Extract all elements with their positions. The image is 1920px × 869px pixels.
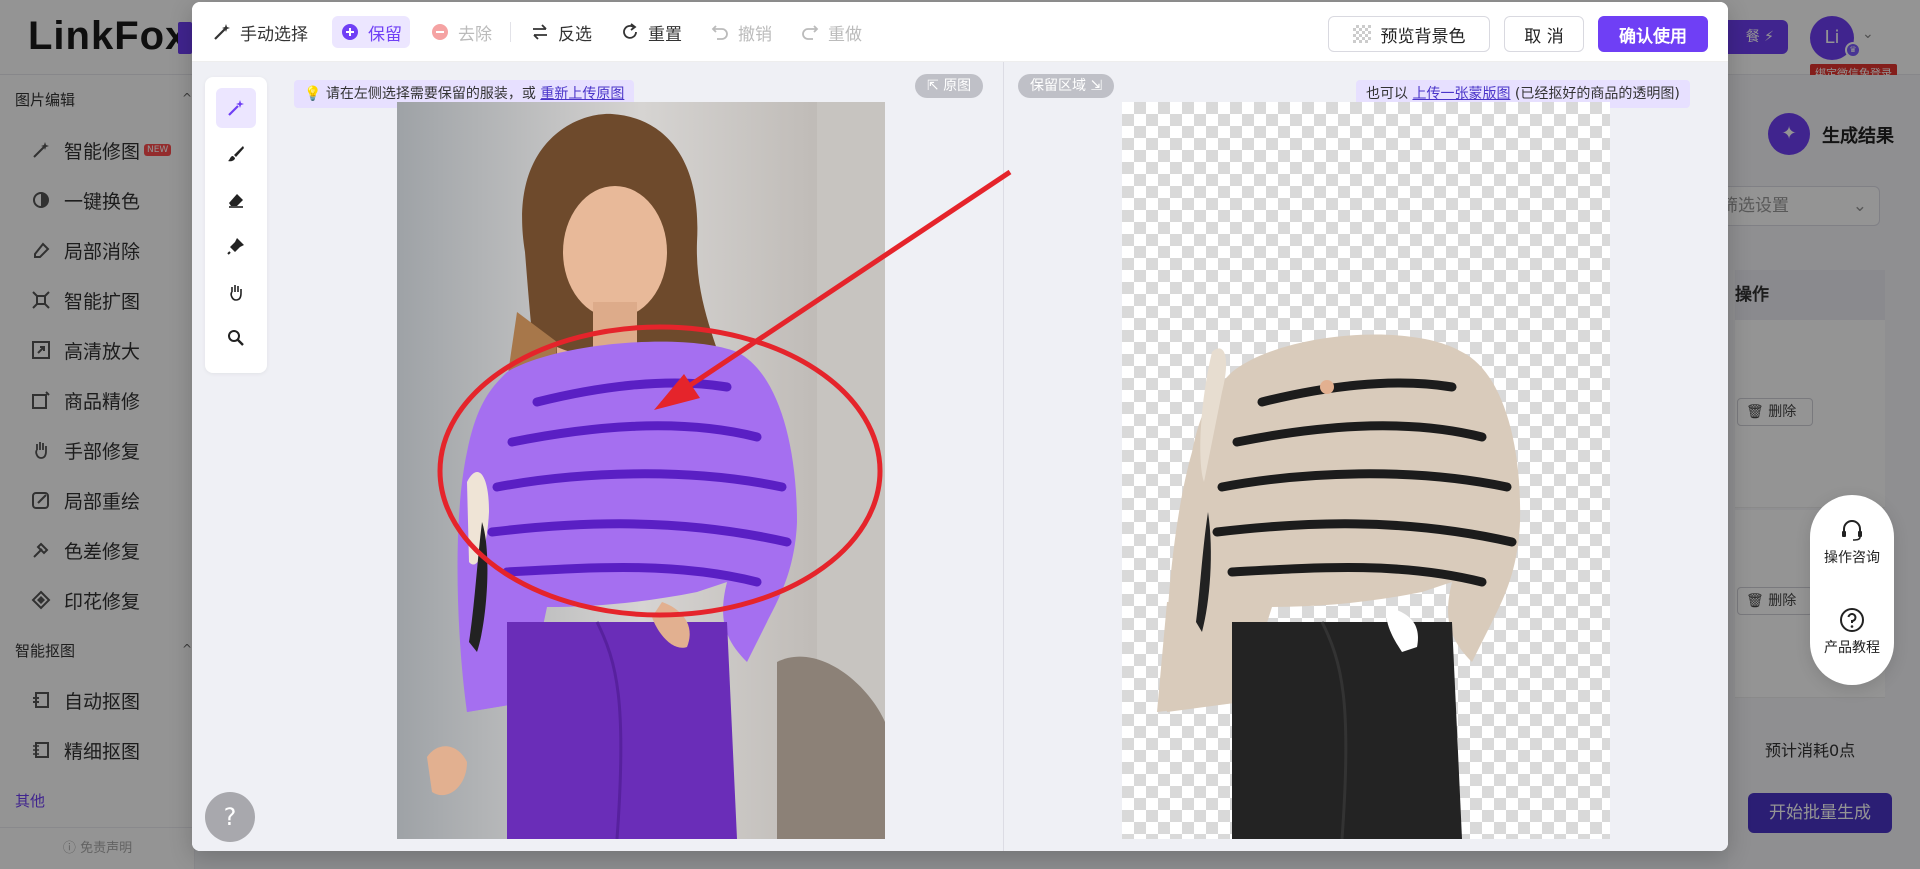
brush-icon	[228, 146, 244, 162]
collapse-arrow-icon: ⇱	[927, 78, 944, 94]
consult-button[interactable]: 操作咨询	[1810, 517, 1894, 567]
keep-area-canvas[interactable]	[1122, 102, 1610, 839]
redo-button[interactable]: 重做	[796, 16, 866, 48]
original-tag-label: 原图	[943, 78, 972, 94]
remove-label: 去除	[458, 24, 492, 45]
cutout-editor-modal: 手动选择 保留 去除 反选 重置 撤销 重做 预览背景色 取 消 确认使用 ? …	[192, 2, 1728, 851]
cancel-label: 取 消	[1524, 26, 1564, 47]
keep-label: 保留	[368, 24, 402, 45]
checkerboard-icon	[1352, 25, 1371, 43]
manual-select-button[interactable]: 手动选择	[208, 16, 312, 48]
left-hint-text: 请在左侧选择需要保留的服装，或	[325, 86, 541, 102]
right-hint-prefix: 也可以	[1366, 86, 1413, 102]
undo-button[interactable]: 撤销	[706, 16, 776, 48]
right-hint-suffix: (已经抠好的商品的透明图)	[1510, 86, 1680, 102]
refresh-icon	[620, 22, 640, 42]
eraser-icon	[229, 194, 243, 208]
preview-bg-button[interactable]: 预览背景色	[1328, 16, 1490, 52]
redo-label: 重做	[828, 24, 862, 45]
editor-toolbar: 手动选择 保留 去除 反选 重置 撤销 重做 预览背景色 取 消 确认使用	[192, 2, 1728, 62]
question-circle-icon	[1840, 608, 1864, 632]
tutorial-button[interactable]: 产品教程	[1810, 607, 1894, 657]
magic-wand-icon	[228, 100, 244, 116]
undo-icon	[710, 22, 730, 42]
reupload-original-link[interactable]: 重新上传原图	[540, 86, 624, 102]
undo-label: 撤销	[738, 24, 772, 45]
confirm-label: 确认使用	[1619, 26, 1687, 47]
cutout-preview	[1157, 334, 1521, 839]
magic-wand-icon	[212, 22, 232, 42]
reset-button[interactable]: 重置	[616, 16, 686, 48]
expand-arrow-icon: ⇲	[1086, 78, 1103, 94]
confirm-button[interactable]: 确认使用	[1598, 16, 1708, 52]
minus-circle-icon	[430, 22, 450, 42]
upload-mask-link[interactable]: 上传一张蒙版图	[1412, 86, 1510, 102]
preview-bg-label: 预览背景色	[1380, 26, 1466, 47]
cancel-button[interactable]: 取 消	[1504, 16, 1584, 52]
keep-area-tag[interactable]: 保留区域 ⇲	[1018, 74, 1115, 98]
tool-palette	[205, 77, 267, 373]
redo-icon	[800, 22, 820, 42]
manual-select-label: 手动选择	[240, 24, 308, 45]
original-image-tag[interactable]: ⇱ 原图	[915, 74, 984, 98]
consult-label: 操作咨询	[1824, 550, 1880, 566]
reset-label: 重置	[648, 24, 682, 45]
editor-workspace: ? 💡 请在左侧选择需要保留的服装，或 重新上传原图 ⇱ 原图 保留区域 ⇲ 也…	[192, 62, 1728, 851]
model-photo	[397, 102, 885, 839]
pan-tool[interactable]	[216, 272, 256, 312]
keep-area-label: 保留区域	[1030, 78, 1086, 94]
headset-icon	[1842, 520, 1862, 541]
smart-select-tool[interactable]	[216, 88, 256, 128]
pen-tool[interactable]	[216, 226, 256, 266]
help-button[interactable]: ?	[205, 792, 255, 842]
zoom-tool[interactable]	[216, 318, 256, 358]
tutorial-label: 产品教程	[1824, 640, 1880, 656]
invert-selection-button[interactable]: 反选	[526, 16, 596, 48]
magnifier-icon	[228, 330, 244, 346]
swap-arrows-icon	[530, 22, 550, 42]
toolbar-divider	[510, 22, 511, 42]
eraser-tool[interactable]	[216, 180, 256, 220]
help-pill: 操作咨询 产品教程	[1810, 495, 1894, 685]
invert-label: 反选	[558, 24, 592, 45]
brush-tool[interactable]	[216, 134, 256, 174]
original-image-canvas[interactable]	[397, 102, 885, 839]
bulb-icon: 💡	[304, 86, 326, 102]
hand-icon	[230, 285, 242, 301]
remove-button[interactable]: 去除	[426, 16, 496, 48]
plus-circle-icon	[340, 22, 360, 42]
keep-button[interactable]: 保留	[332, 16, 410, 48]
panel-divider	[1003, 62, 1004, 851]
pen-icon	[227, 238, 244, 255]
